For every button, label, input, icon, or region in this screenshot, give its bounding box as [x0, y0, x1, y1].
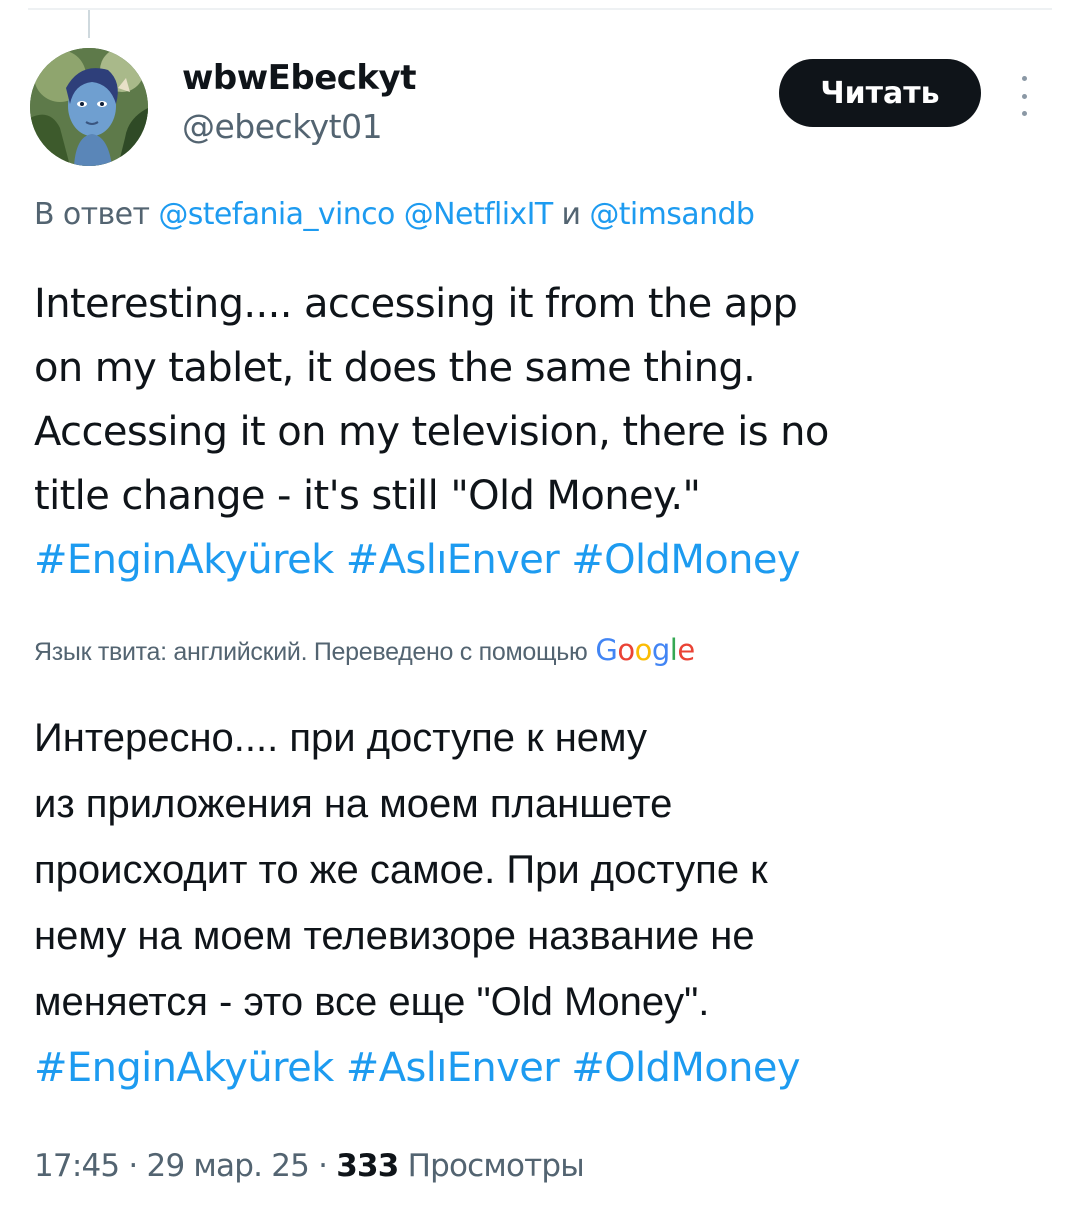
translated-text-line: меняется - это все еще "Old Money".	[34, 980, 710, 1024]
tweet-text-line: title change - it's still "Old Money."	[34, 473, 701, 519]
translated-body: Интересно.... при доступе к нему из прил…	[34, 705, 1044, 1101]
hashtag-link[interactable]: #OldMoney	[571, 537, 800, 583]
views-label[interactable]: Просмотры	[408, 1148, 585, 1184]
tweet-body: Interesting.... accessing it from the ap…	[34, 272, 1044, 592]
author-handle[interactable]: @ebeckyt01	[182, 107, 383, 146]
translated-hashtags: #EnginAkyürek #AslıEnver #OldMoney	[34, 1035, 1044, 1101]
mention-link[interactable]: @NetflixIT	[404, 197, 553, 232]
reply-prefix: В ответ	[34, 197, 150, 232]
hashtag-link[interactable]: #AslıEnver	[346, 537, 560, 583]
top-divider	[28, 8, 1052, 10]
tweet-date[interactable]: 29 мар. 25	[147, 1148, 310, 1184]
hashtag-link[interactable]: #EnginAkyürek	[34, 1045, 334, 1091]
translated-text-line: Интересно.... при доступе к нему	[34, 716, 647, 760]
translated-text-line: из приложения на моем планшете	[34, 782, 673, 826]
avatar-image	[30, 48, 148, 166]
mention-link[interactable]: @stefania_vinco	[158, 197, 395, 232]
translation-notice: Язык твита: английский. Переведено с пом…	[34, 633, 695, 667]
author-display-name[interactable]: wbwEbeckyt	[182, 58, 416, 98]
translated-text-line: происходит то же самое. При доступе к	[34, 848, 768, 892]
more-vertical-icon[interactable]	[1012, 76, 1036, 116]
hashtag-link[interactable]: #AslıEnver	[346, 1045, 560, 1091]
meta-separator: ·	[318, 1148, 328, 1184]
translated-text-line: нему на моем телевизоре название не	[34, 914, 755, 958]
tweet-text-line: Accessing it on my television, there is …	[34, 409, 829, 455]
reply-context: В ответ @stefania_vinco @NetflixIT и @ti…	[34, 197, 755, 232]
hashtag-link[interactable]: #OldMoney	[571, 1045, 800, 1091]
follow-button[interactable]: Читать	[779, 59, 981, 127]
thread-connector-line	[88, 10, 90, 38]
tweet-hashtags: #EnginAkyürek #AslıEnver #OldMoney	[34, 528, 1044, 592]
reply-conjunction: и	[561, 197, 582, 232]
tweet-meta: 17:45 · 29 мар. 25 · 333 Просмотры	[34, 1148, 585, 1184]
translation-note-text: Язык твита: английский. Переведено с пом…	[34, 638, 588, 666]
avatar[interactable]	[30, 48, 148, 166]
mention-link[interactable]: @timsandb	[589, 197, 755, 232]
tweet-text-line: on my tablet, it does the same thing.	[34, 345, 756, 391]
meta-separator: ·	[128, 1148, 138, 1184]
hashtag-link[interactable]: #EnginAkyürek	[34, 537, 334, 583]
tweet-text-line: Interesting.... accessing it from the ap…	[34, 281, 798, 327]
tweet-time[interactable]: 17:45	[34, 1148, 120, 1184]
google-logo[interactable]: Google	[595, 633, 695, 667]
views-count[interactable]: 333	[336, 1148, 399, 1184]
